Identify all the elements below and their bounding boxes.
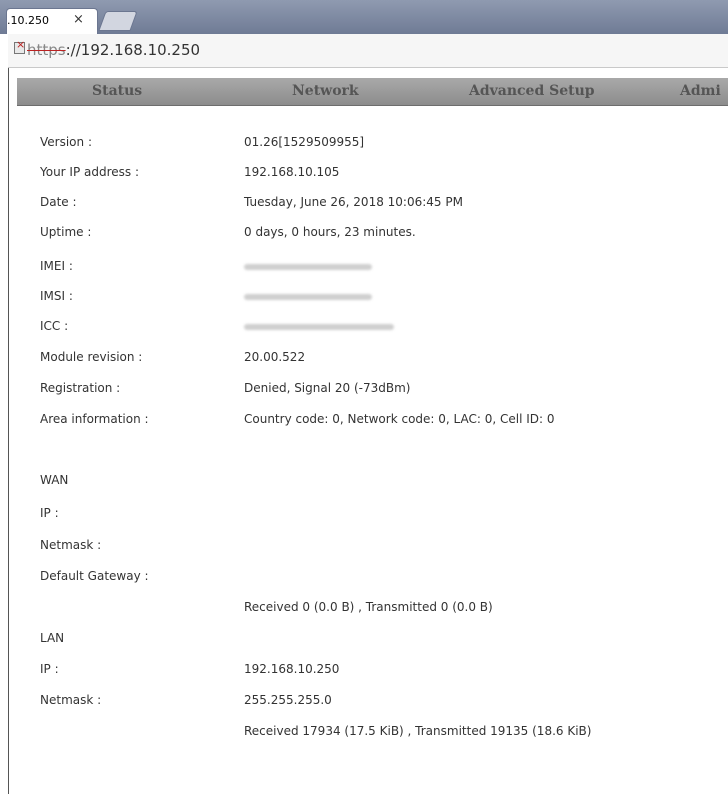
lan-netmask-label: Netmask : xyxy=(40,693,102,707)
imei-value-redacted xyxy=(244,259,372,273)
url-scheme: https xyxy=(27,41,66,59)
registration-label: Registration : xyxy=(40,381,121,395)
imsi-label: IMSI : xyxy=(40,289,73,303)
module-revision-label: Module revision : xyxy=(40,350,143,364)
lan-ip-value: 192.168.10.250 xyxy=(244,662,340,676)
nav-item-status[interactable]: Status xyxy=(92,83,142,99)
icc-value-redacted xyxy=(244,319,394,333)
nav-item-advanced-setup[interactable]: Advanced Setup xyxy=(469,83,595,99)
wan-traffic-value: Received 0 (0.0 B) , Transmitted 0 (0.0 … xyxy=(244,600,493,614)
new-tab-button[interactable] xyxy=(98,11,138,31)
tab-title: .10.250 xyxy=(7,14,49,27)
wan-gateway-label: Default Gateway : xyxy=(40,569,149,583)
area-information-label: Area information : xyxy=(40,412,149,426)
icc-label: ICC : xyxy=(40,319,69,333)
wan-netmask-label: Netmask : xyxy=(40,538,102,552)
date-label: Date : xyxy=(40,195,77,209)
uptime-value: 0 days, 0 hours, 23 minutes. xyxy=(244,225,416,239)
broken-lock-icon[interactable] xyxy=(14,38,25,54)
main-nav: Status Network Advanced Setup Admi xyxy=(17,78,728,106)
lan-ip-label: IP : xyxy=(40,662,59,676)
your-ip-value: 192.168.10.105 xyxy=(244,165,340,179)
area-information-value: Country code: 0, Network code: 0, LAC: 0… xyxy=(244,412,555,426)
wan-heading: WAN xyxy=(40,473,69,487)
registration-value: Denied, Signal 20 (-73dBm) xyxy=(244,381,411,395)
imei-label: IMEI : xyxy=(40,259,73,273)
your-ip-label: Your IP address : xyxy=(40,165,140,179)
date-value: Tuesday, June 26, 2018 10:06:45 PM xyxy=(244,195,463,209)
lan-netmask-value: 255.255.255.0 xyxy=(244,693,332,707)
browser-tab[interactable]: .10.250 × xyxy=(6,8,98,34)
tab-close-icon[interactable]: × xyxy=(73,12,84,27)
browser-tab-strip: .10.250 × xyxy=(0,0,728,34)
wan-ip-label: IP : xyxy=(40,506,59,520)
nav-item-admin[interactable]: Admi xyxy=(680,83,721,99)
version-value: 01.26[1529509955] xyxy=(244,135,365,149)
url-host: ://192.168.10.250 xyxy=(65,41,201,59)
nav-item-network[interactable]: Network xyxy=(292,83,359,99)
page-frame-border xyxy=(8,68,9,794)
uptime-label: Uptime : xyxy=(40,225,92,239)
url-text[interactable]: https://192.168.10.250 xyxy=(27,41,200,59)
imsi-value-redacted xyxy=(244,289,372,303)
module-revision-value: 20.00.522 xyxy=(244,350,306,364)
lan-traffic-value: Received 17934 (17.5 KiB) , Transmitted … xyxy=(244,724,592,738)
lan-heading: LAN xyxy=(40,631,65,645)
version-label: Version : xyxy=(40,135,92,149)
